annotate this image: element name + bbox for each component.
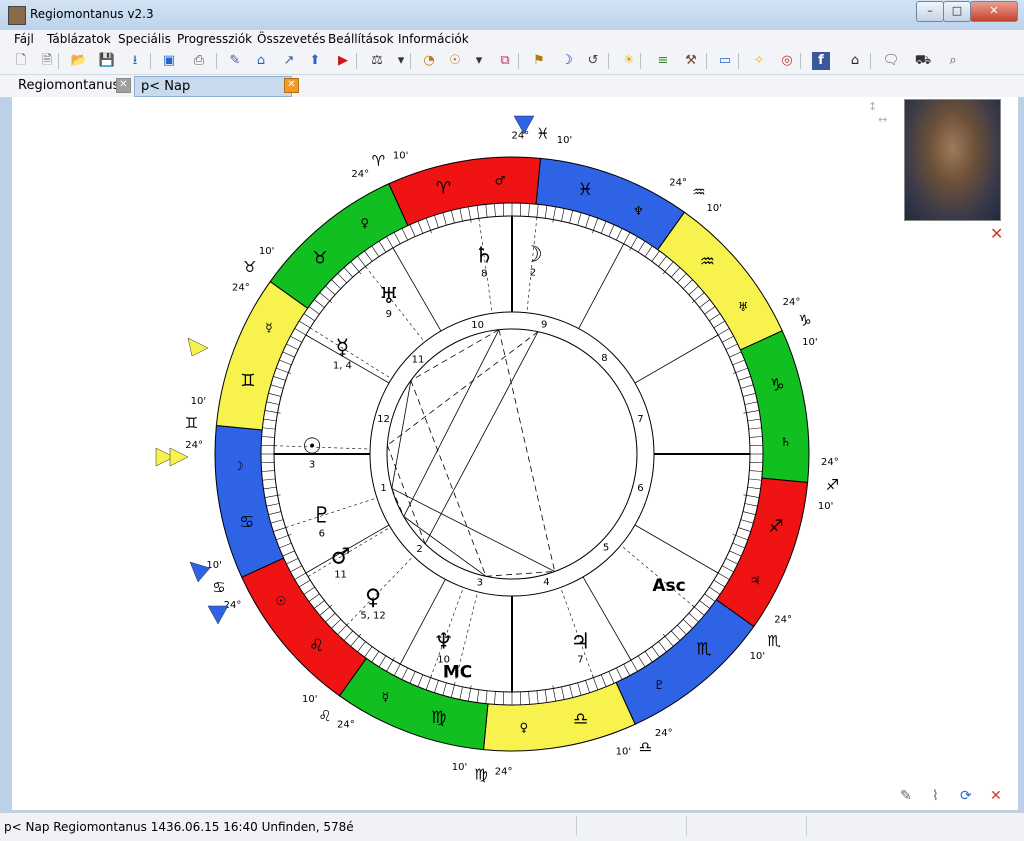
image-icon[interactable]: ▣ bbox=[160, 52, 178, 70]
document-icon[interactable]: 🗎 bbox=[38, 52, 56, 70]
home-icon[interactable]: ⌂ bbox=[252, 52, 270, 70]
tools-icon[interactable]: ⚒ bbox=[682, 52, 700, 70]
close-portrait-icon[interactable]: ✕ bbox=[990, 224, 1003, 243]
maximize-button[interactable]: □ bbox=[943, 1, 971, 22]
menu-tables[interactable]: Táblázatok bbox=[47, 32, 111, 46]
close-chart-icon[interactable]: ✕ bbox=[990, 788, 1002, 804]
play-icon[interactable]: ▶ bbox=[334, 52, 352, 70]
status-text: p< Nap Regiomontanus 1436.06.15 16:40 Un… bbox=[4, 820, 354, 834]
toolbar-separator bbox=[410, 53, 411, 69]
close-window-button[interactable]: ✕ bbox=[970, 1, 1018, 22]
status-cell bbox=[576, 816, 577, 836]
status-bar: p< Nap Regiomontanus 1436.06.15 16:40 Un… bbox=[0, 812, 1024, 841]
tab-close-icon[interactable]: ✕ bbox=[116, 78, 131, 93]
status-cell bbox=[806, 816, 807, 836]
history-icon[interactable]: ↺ bbox=[584, 52, 602, 70]
dropdown-icon[interactable]: ▾ bbox=[392, 52, 410, 70]
lightbulb-icon[interactable]: ✧ bbox=[750, 52, 768, 70]
resize-horizontal-icon[interactable]: ↔ bbox=[878, 113, 887, 126]
link-icon[interactable]: ⧉ bbox=[496, 52, 514, 70]
up-arrow-icon[interactable]: ⬆ bbox=[306, 52, 324, 70]
graduation-icon[interactable]: ⌂ bbox=[846, 52, 864, 70]
monitor-icon[interactable]: ▭ bbox=[716, 52, 734, 70]
status-cell bbox=[686, 816, 687, 836]
tab-close-active-icon[interactable]: ✕ bbox=[284, 78, 299, 93]
menu-bar: Fájl Táblázatok Speciális Progressziók Ö… bbox=[0, 30, 1024, 48]
tab-nap-regiomontanus[interactable]: p< Nap Regiomontanus bbox=[134, 76, 292, 97]
new-file-icon[interactable]: 🗋 bbox=[12, 52, 30, 70]
note-edit-icon[interactable]: ✎ bbox=[900, 788, 912, 804]
title-bar: Regiomontanus v2.3 – □ ✕ bbox=[0, 0, 1024, 30]
sun-icon[interactable]: ☀ bbox=[620, 52, 638, 70]
chart-canvas bbox=[12, 97, 1018, 810]
app-icon bbox=[8, 6, 26, 25]
toolbar-separator bbox=[518, 53, 519, 69]
toolbar-separator bbox=[356, 53, 357, 69]
car-icon[interactable]: ⛟ bbox=[914, 52, 932, 70]
window-title: Regiomontanus v2.3 bbox=[30, 7, 154, 21]
tab-bar: Regiomontanus ✕ p< Nap Regiomontanus ✕ bbox=[0, 75, 1024, 97]
portrait-image bbox=[904, 99, 1001, 221]
toolbar-separator bbox=[640, 53, 641, 69]
toolbar: 🗋 🗎 📂 💾 ⭳ ▣ ⎙ ✎ ⌂ ↗ ⬆ ▶ ⚖ ▾ ◔ ☉ ▾ ⧉ ⚑ ☽ ↺ ☀ ≡ ⚒ ▭ ✧ ◎ f ⌂ 🗨 ⛟ ⌕ bbox=[0, 48, 1024, 75]
aspect-icon[interactable]: ⚖ bbox=[368, 52, 386, 70]
toolbar-separator bbox=[738, 53, 739, 69]
menu-comparison[interactable]: Összevetés bbox=[257, 32, 325, 46]
toolbar-separator bbox=[870, 53, 871, 69]
search-icon[interactable]: ⌕ bbox=[944, 52, 962, 70]
resize-vertical-icon[interactable]: ↕ bbox=[868, 100, 877, 113]
save-icon[interactable]: 💾 bbox=[98, 52, 116, 70]
cursor-icon[interactable]: ↗ bbox=[280, 52, 298, 70]
tab-regiomontanus[interactable]: Regiomontanus bbox=[12, 76, 122, 95]
signpost-icon[interactable]: ⚑ bbox=[530, 52, 548, 70]
paperclip-icon[interactable]: ⌇ bbox=[932, 788, 939, 804]
help-icon[interactable]: ◎ bbox=[778, 52, 796, 70]
speech-bubble-icon[interactable]: 🗨 bbox=[882, 52, 900, 70]
toolbar-separator bbox=[216, 53, 217, 69]
menu-settings[interactable]: Beállítások bbox=[328, 32, 394, 46]
toolbar-separator bbox=[800, 53, 801, 69]
minimize-button[interactable]: – bbox=[916, 1, 944, 22]
menu-special[interactable]: Speciális bbox=[118, 32, 171, 46]
facebook-icon[interactable]: f bbox=[812, 52, 830, 70]
toolbar-separator bbox=[706, 53, 707, 69]
chart-icon[interactable]: ≡ bbox=[654, 52, 672, 70]
moon-icon[interactable]: ☽ bbox=[558, 52, 576, 70]
open-folder-icon[interactable]: 📂 bbox=[70, 52, 88, 70]
clock-icon[interactable]: ◔ bbox=[420, 52, 438, 70]
orbit-icon[interactable]: ☉ bbox=[446, 52, 464, 70]
menu-information[interactable]: Információk bbox=[398, 32, 469, 46]
export-icon[interactable]: ⭳ bbox=[126, 52, 144, 70]
edit-pen-icon[interactable]: ✎ bbox=[226, 52, 244, 70]
toolbar-separator bbox=[608, 53, 609, 69]
menu-file[interactable]: Fájl bbox=[14, 32, 34, 46]
toolbar-separator bbox=[58, 53, 59, 69]
menu-progressions[interactable]: Progressziók bbox=[177, 32, 252, 46]
dropdown-icon[interactable]: ▾ bbox=[470, 52, 488, 70]
refresh-icon[interactable]: ⟳ bbox=[960, 788, 972, 804]
print-icon[interactable]: ⎙ bbox=[190, 52, 208, 70]
toolbar-separator bbox=[150, 53, 151, 69]
